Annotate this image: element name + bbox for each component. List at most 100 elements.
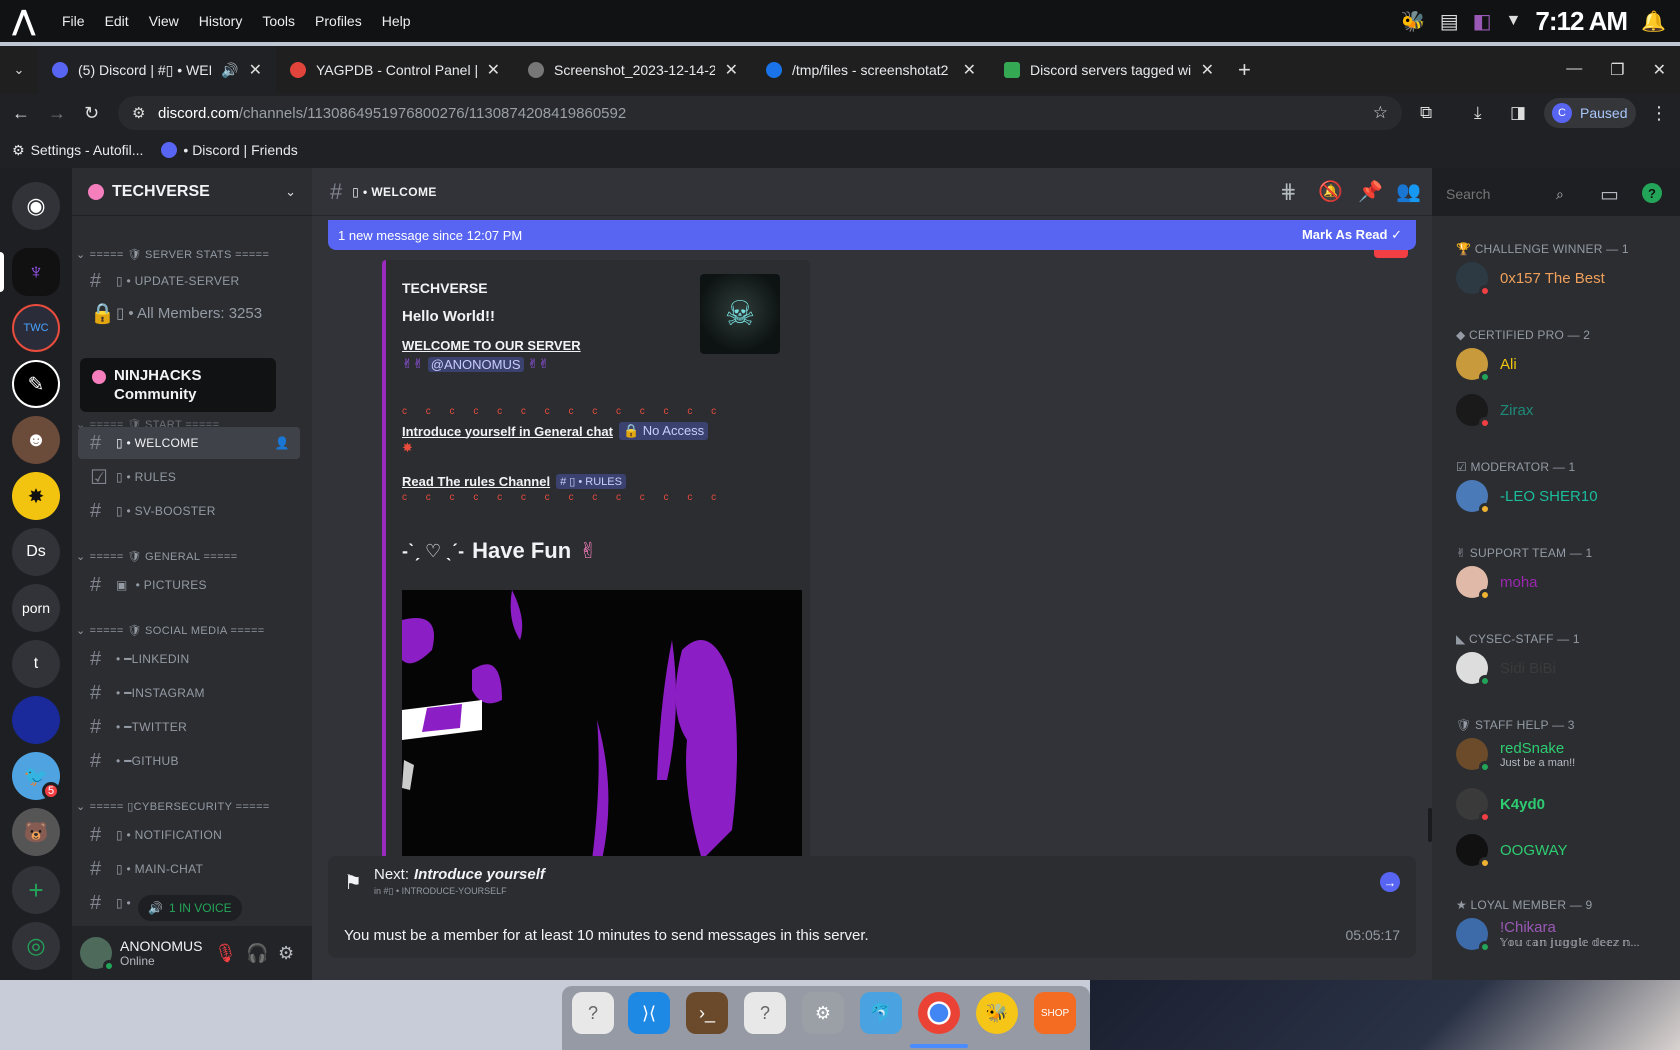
channel-linkedin[interactable]: # • ━LINKEDIN bbox=[78, 643, 300, 675]
kebab-menu-icon[interactable]: ⋮ bbox=[1650, 103, 1668, 124]
member-item[interactable]: -LEO SHER10 bbox=[1456, 480, 1598, 515]
channel-notification[interactable]: # ▯ • NOTIFICATION bbox=[78, 819, 300, 851]
app-logo-icon[interactable]: ⋀ bbox=[12, 7, 40, 35]
new-messages-banner[interactable]: 1 new message since 12:07 PM Mark As Rea… bbox=[328, 220, 1416, 250]
search-box[interactable]: ⌕ bbox=[1440, 180, 1584, 208]
server-blue[interactable] bbox=[12, 696, 60, 744]
menu-help[interactable]: Help bbox=[382, 13, 411, 29]
threads-icon[interactable]: ⋕ bbox=[1280, 179, 1297, 204]
close-icon[interactable]: ✕ bbox=[249, 60, 262, 80]
explore-icon[interactable]: ◎ bbox=[12, 922, 60, 970]
profile-button[interactable]: C Paused bbox=[1544, 98, 1636, 128]
minimize-icon[interactable]: — bbox=[1566, 60, 1582, 80]
channel-update-server[interactable]: # ▯ • UPDATE-SERVER bbox=[78, 265, 300, 297]
server-porn[interactable]: porn bbox=[12, 584, 60, 632]
close-icon[interactable]: ✕ bbox=[725, 60, 738, 80]
channel-sv-booster[interactable]: # ▯ • SV-BOOSTER bbox=[78, 495, 300, 527]
member-item[interactable]: redSnake Just be a man!! bbox=[1456, 738, 1575, 773]
server-bear[interactable]: 🐻 bbox=[12, 808, 60, 856]
bookmark-settings[interactable]: ⚙ Settings - Autofil... bbox=[12, 142, 143, 159]
menu-file[interactable]: File bbox=[62, 13, 85, 29]
category-cybersecurity[interactable]: ⌄ ===== ▯CYBERSECURITY ===== bbox=[76, 796, 300, 816]
server-t[interactable]: t bbox=[12, 640, 60, 688]
invite-icon[interactable]: 👤 bbox=[275, 436, 290, 450]
close-icon[interactable]: ✕ bbox=[963, 60, 976, 80]
member-item[interactable]: 0x157 The Best bbox=[1456, 262, 1605, 297]
member-item[interactable]: OOGWAY bbox=[1456, 834, 1568, 869]
new-tab-icon[interactable]: + bbox=[1238, 57, 1251, 83]
tab-screenshot[interactable]: Screenshot_2023-12-14-21 ✕ bbox=[514, 46, 752, 94]
discord-home-icon[interactable]: ◉ bbox=[12, 182, 60, 230]
channel-pictures[interactable]: # ▣ • PICTURES bbox=[78, 569, 300, 601]
channel-main-chat[interactable]: # ▯ • MAIN-CHAT bbox=[78, 853, 300, 885]
server-yellow[interactable]: ✸ bbox=[12, 472, 60, 520]
search-input[interactable] bbox=[1446, 186, 1556, 202]
category-social-media[interactable]: ⌄ ===== 🛡 SOCIAL MEDIA ===== bbox=[76, 620, 300, 640]
voice-badge[interactable]: 🔊 1 IN VOICE bbox=[138, 895, 242, 921]
extensions-icon[interactable]: ⧉ bbox=[1420, 103, 1432, 123]
channel-all-members[interactable]: 🔒 ▯ • All Members: 3253 bbox=[78, 297, 300, 329]
download-icon[interactable]: ⤓ bbox=[1474, 103, 1482, 123]
next-title[interactable]: Introduce yourself bbox=[414, 866, 545, 883]
restore-icon[interactable]: ❐ bbox=[1610, 60, 1624, 80]
category-server-stats[interactable]: ⌄ ===== 🛡 SERVER STATS ===== bbox=[76, 244, 300, 264]
arrow-right-icon[interactable]: → bbox=[1380, 872, 1400, 892]
server-hacker-circle[interactable]: TWC bbox=[12, 304, 60, 352]
forward-icon[interactable]: → bbox=[48, 103, 66, 124]
channel-twitter[interactable]: # • ━TWITTER bbox=[78, 711, 300, 743]
user-mention[interactable]: @ANONOMUS bbox=[427, 356, 524, 372]
unknown-app-icon[interactable]: ? bbox=[572, 992, 614, 1034]
back-icon[interactable]: ← bbox=[12, 103, 30, 124]
tab-discord[interactable]: (5) Discord | #▯ • WELCO 🔊 ✕ bbox=[38, 46, 276, 94]
rules-chip[interactable]: # ▯ • RULES bbox=[556, 474, 626, 489]
address-bar[interactable]: ⚙ discord.com/channels/11308649519768002… bbox=[118, 96, 1402, 130]
member-item[interactable]: !Chikara 𝕐𝕠𝕦 𝕔𝕒𝕟 𝕛𝕦𝕘𝕘𝕝𝕖 𝕕𝕖𝕖𝕫 𝕟... bbox=[1456, 918, 1650, 953]
chevron-down-icon[interactable]: ▼ bbox=[1506, 12, 1522, 30]
member-item[interactable]: Sidi BiBi bbox=[1456, 652, 1556, 687]
settings-gear-icon[interactable]: ⚙ bbox=[802, 992, 844, 1034]
member-item[interactable]: Ali bbox=[1456, 348, 1517, 383]
mark-as-read-button[interactable]: Mark As Read ✓ bbox=[1302, 227, 1402, 243]
tab-files[interactable]: /tmp/files - screenshotat2 ✕ bbox=[752, 46, 990, 94]
member-item[interactable]: Zirax bbox=[1456, 394, 1533, 429]
notification-icon[interactable]: 🔔 bbox=[1641, 9, 1666, 34]
server-ds[interactable]: Ds bbox=[12, 528, 60, 576]
clipboard-tray-icon[interactable]: ▤ bbox=[1440, 9, 1459, 34]
server-techverse[interactable]: ♆ bbox=[12, 248, 60, 296]
help-icon[interactable]: ? bbox=[1642, 183, 1662, 203]
channel-rules[interactable]: ☑ ▯ • RULES bbox=[78, 461, 300, 493]
bookmark-star-icon[interactable]: ☆ bbox=[1373, 103, 1388, 123]
close-icon[interactable]: ✕ bbox=[487, 60, 500, 80]
dolphin-icon[interactable]: 🐬 bbox=[860, 992, 902, 1034]
server-ninjhacks[interactable]: ✎ bbox=[12, 360, 60, 408]
member-item[interactable]: K4yd0 bbox=[1456, 788, 1545, 823]
server-avatar-man[interactable]: ☻ bbox=[12, 416, 60, 464]
shop-icon[interactable]: SHOP bbox=[1034, 992, 1076, 1034]
terminal-icon[interactable]: ›_ bbox=[686, 992, 728, 1034]
reload-icon[interactable]: ↻ bbox=[84, 103, 99, 124]
server-header[interactable]: TECHVERSE ⌄ bbox=[72, 168, 312, 216]
menu-tools[interactable]: Tools bbox=[262, 13, 295, 29]
menu-view[interactable]: View bbox=[149, 13, 179, 29]
vscode-icon[interactable]: ⟩⟨ bbox=[628, 992, 670, 1034]
close-icon[interactable]: ✕ bbox=[1201, 60, 1214, 80]
audio-icon[interactable]: 🔊 bbox=[221, 62, 238, 79]
sidepanel-icon[interactable]: ◨ bbox=[1510, 103, 1526, 123]
menu-edit[interactable]: Edit bbox=[105, 13, 129, 29]
intro-link[interactable]: Introduce yourself in General chat bbox=[402, 424, 613, 439]
vpn-tray-icon[interactable]: ◧ bbox=[1473, 9, 1492, 34]
tab-yagpdb[interactable]: YAGPDB - Control Panel | Y ✕ bbox=[276, 46, 514, 94]
close-window-icon[interactable]: ✕ bbox=[1653, 60, 1666, 80]
notifications-off-icon[interactable]: 🔕 bbox=[1318, 179, 1343, 204]
site-settings-icon[interactable]: ⚙ bbox=[132, 104, 145, 122]
channel-welcome[interactable]: # ▯ • WELCOME 👤 bbox=[78, 427, 300, 459]
unknown-app-icon[interactable]: ? bbox=[744, 992, 786, 1034]
no-access-chip[interactable]: 🔒 No Access bbox=[618, 422, 709, 440]
gear-icon[interactable]: ⚙ bbox=[278, 943, 294, 964]
pin-icon[interactable]: 📌 bbox=[1358, 179, 1383, 204]
channel-github[interactable]: # • ━GITHUB bbox=[78, 745, 300, 777]
avatar[interactable] bbox=[80, 937, 115, 972]
channel-instagram[interactable]: # • ━INSTAGRAM bbox=[78, 677, 300, 709]
member-list-icon[interactable]: 👥 bbox=[1396, 179, 1421, 204]
menu-history[interactable]: History bbox=[199, 13, 243, 29]
